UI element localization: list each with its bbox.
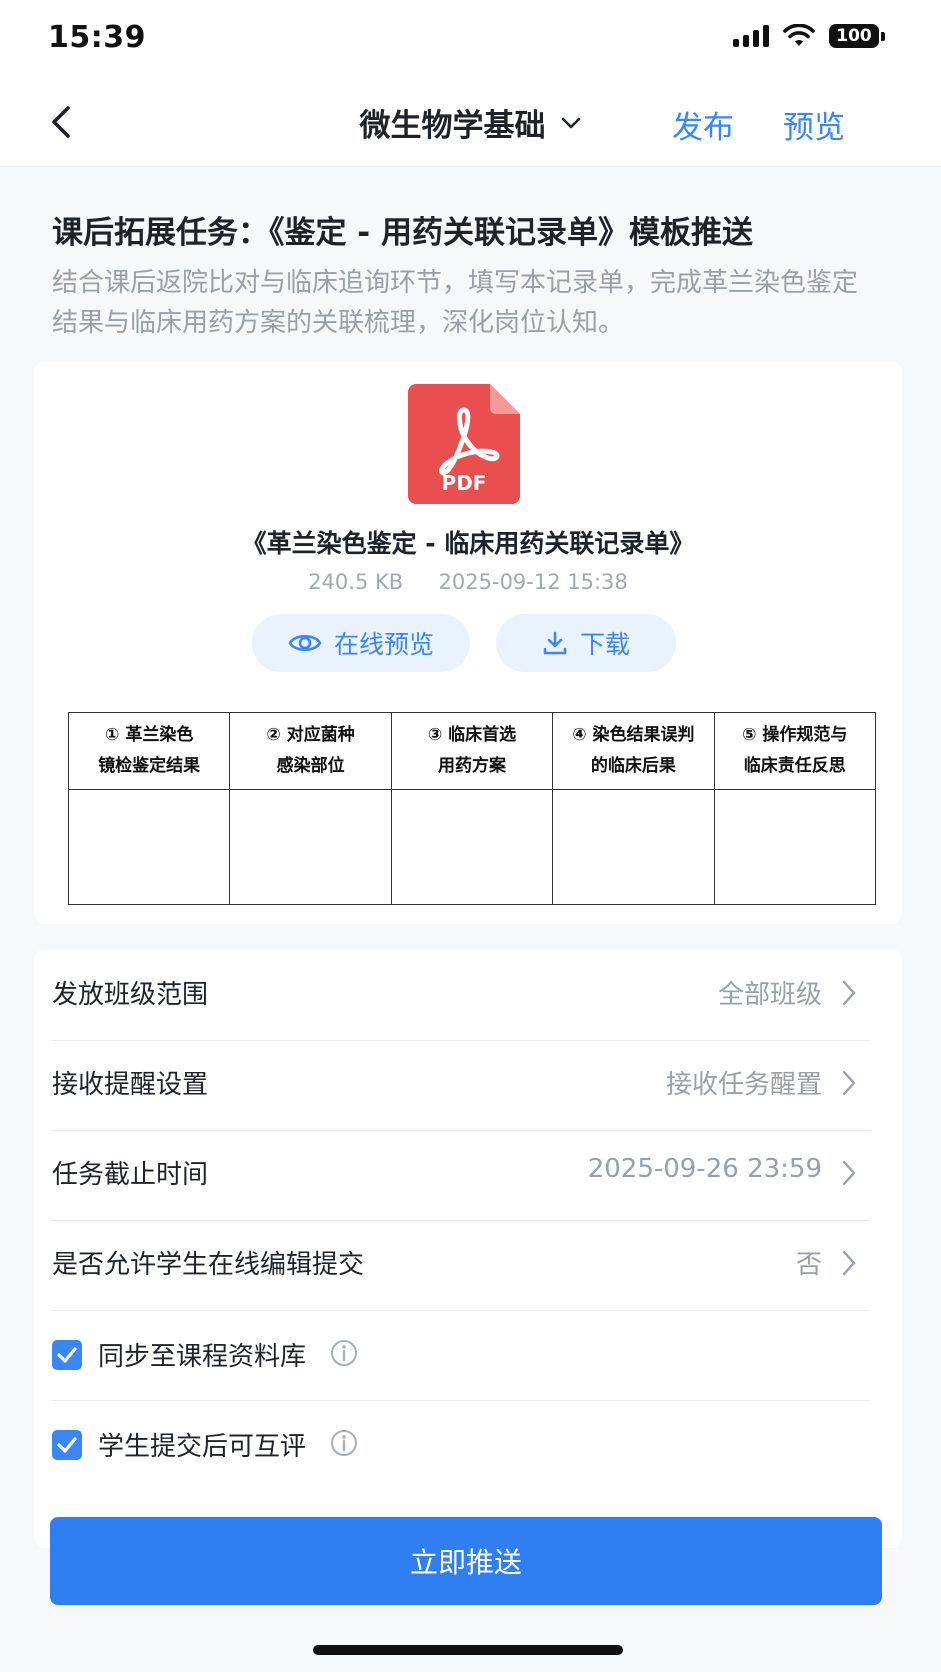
table-header-5: ⑤ 操作规范与 临床责任反思 [713,712,877,790]
preview-button[interactable]: 预览 [783,102,845,147]
wifi-icon [783,24,815,46]
online-preview-button[interactable]: 在线预览 [252,614,470,672]
nav-bar: 微生物学基础 发布 预览 [0,80,941,167]
peer-review-label: 学生提交后可互评 [98,1432,307,1462]
sync-library-checkbox[interactable] [52,1340,82,1370]
home-indicator [313,1645,623,1655]
chevron-right-icon [842,1250,856,1276]
battery-level: 100 [829,24,879,48]
file-meta: 240.5 KB 2025-09-12 15:38 [34,570,902,594]
download-label: 下载 [579,630,630,659]
peer-review-option: 学生提交后可互评 [52,1400,870,1490]
file-name: 《革兰染色鉴定 - 临床用药关联记录单》 [241,529,695,558]
setting-deadline[interactable]: 任务截止时间 2025-09-26 23:59 [52,1130,870,1221]
status-bar: 15:39 100 [0,0,941,80]
cellular-signal-icon [733,25,769,47]
file-size: 240.5 KB [308,570,404,594]
eye-icon [288,634,322,652]
table-cell [713,789,877,905]
download-icon [543,631,567,655]
battery-icon: 100 [829,24,885,48]
table-cell [229,789,392,905]
setting-label: 是否允许学生在线编辑提交 [52,1250,365,1280]
file-date: 2025-09-12 15:38 [438,570,628,594]
status-icons: 100 [733,24,885,48]
info-icon[interactable] [330,1429,358,1457]
chevron-down-icon [561,117,580,128]
setting-label: 接收提醒设置 [52,1070,209,1100]
peer-review-checkbox[interactable] [52,1430,82,1460]
pdf-icon-label: PDF [442,471,487,495]
file-card: PDF 《革兰染色鉴定 - 临床用药关联记录单》 240.5 KB 2025-0… [34,362,902,924]
record-table-preview: ① 革兰染色 镜检鉴定结果 ② 对应菌种 感染部位 ③ 临床首选 用药方案 ④ 染色结… [67,712,877,905]
table-cell [390,789,554,905]
setting-label: 任务截止时间 [52,1160,209,1190]
setting-class-scope[interactable]: 发放班级范围 全部班级 [52,950,870,1041]
publish-button[interactable]: 发布 [672,102,734,147]
table-header-2: ② 对应菌种 感染部位 [229,712,392,790]
table-cell [67,789,231,905]
page-title: 微生物学基础 [359,108,546,144]
setting-value: 2025-09-26 23:59 [587,1154,822,1184]
info-icon[interactable] [330,1339,358,1367]
sync-library-label: 同步至课程资料库 [98,1342,307,1372]
setting-reminder[interactable]: 接收提醒设置 接收任务醒置 [52,1040,870,1131]
settings-card: 发放班级范围 全部班级 接收提醒设置 接收任务醒置 任务截止时间 2025-09… [34,950,902,1548]
setting-label: 发放班级范围 [52,980,209,1010]
task-description: 结合课后返院比对与临床追询环节，填写本记录单，完成革兰染色鉴定结果与临床用药方案… [52,268,859,338]
table-row [67,789,877,905]
chevron-right-icon [842,1160,856,1186]
pdf-file-icon: PDF [408,384,520,504]
download-button[interactable]: 下载 [496,614,676,672]
setting-value: 否 [795,1250,822,1280]
table-cell [552,789,715,905]
setting-value: 接收任务醒置 [665,1070,822,1100]
setting-online-edit[interactable]: 是否允许学生在线编辑提交 否 [52,1220,870,1311]
table-header-3: ③ 临床首选 用药方案 [390,712,554,790]
chevron-right-icon [842,1070,856,1096]
push-now-button[interactable]: 立即推送 [50,1517,882,1605]
chevron-right-icon [842,980,856,1006]
table-header-1: ① 革兰染色 镜检鉴定结果 [67,712,231,790]
table-header-4: ④ 染色结果误判 的临床后果 [552,712,715,790]
sync-library-option: 同步至课程资料库 [52,1310,870,1401]
status-time: 15:39 [48,20,146,55]
task-title: 课后拓展任务：《鉴定 - 用药关联记录单》模板推送 [52,215,753,251]
online-preview-label: 在线预览 [333,630,434,659]
setting-value: 全部班级 [717,980,822,1010]
